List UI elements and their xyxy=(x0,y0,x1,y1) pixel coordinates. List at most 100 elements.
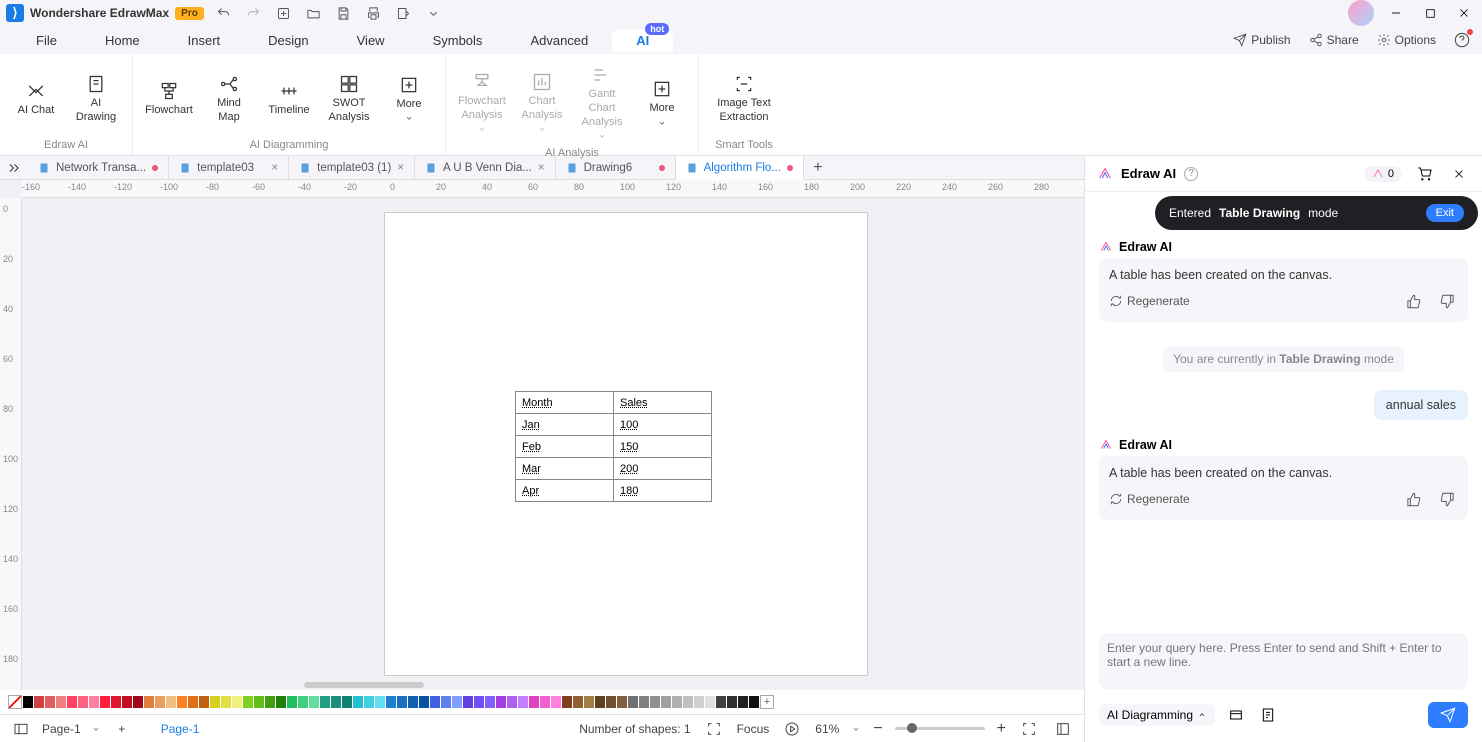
table-header-sales[interactable]: Sales xyxy=(614,392,712,414)
analysis-more-tool[interactable]: More xyxy=(636,74,688,132)
color-swatch[interactable] xyxy=(496,696,506,708)
menu-ai[interactable]: AI hot xyxy=(612,29,673,52)
focus-label[interactable]: Focus xyxy=(737,722,770,736)
color-swatch[interactable] xyxy=(738,696,748,708)
export-button[interactable] xyxy=(396,5,412,21)
color-swatch[interactable] xyxy=(518,696,528,708)
color-swatch[interactable] xyxy=(452,696,462,708)
add-color-button[interactable]: + xyxy=(760,695,774,709)
ai-chat-tool[interactable]: AI Chat xyxy=(10,76,62,122)
zoom-dropdown-icon[interactable] xyxy=(851,724,861,734)
chevron-down-icon[interactable] xyxy=(91,724,101,734)
canvas-table[interactable]: MonthSales Jan100 Feb150 Mar200 Apr180 xyxy=(515,391,712,502)
color-swatch[interactable] xyxy=(144,696,154,708)
doc-tab-1[interactable]: template03× xyxy=(169,156,289,180)
color-swatch[interactable] xyxy=(540,696,550,708)
zoom-out-button[interactable]: − xyxy=(873,720,882,738)
menu-insert[interactable]: Insert xyxy=(164,29,245,52)
color-swatch[interactable] xyxy=(331,696,341,708)
color-swatch[interactable] xyxy=(89,696,99,708)
page-select[interactable]: Page-1 xyxy=(42,722,81,736)
color-swatch[interactable] xyxy=(474,696,484,708)
color-swatch[interactable] xyxy=(177,696,187,708)
doc-tab-0[interactable]: Network Transa... xyxy=(28,156,169,180)
zoom-slider-knob[interactable] xyxy=(907,723,917,733)
color-swatch[interactable] xyxy=(705,696,715,708)
menu-home[interactable]: Home xyxy=(81,29,164,52)
minimize-button[interactable] xyxy=(1384,1,1408,25)
table-cell[interactable]: 180 xyxy=(614,480,712,502)
doc-tab-4[interactable]: Drawing6 xyxy=(556,156,676,180)
color-swatch[interactable] xyxy=(694,696,704,708)
horizontal-scrollbar[interactable] xyxy=(44,680,1084,690)
fullscreen-button[interactable] xyxy=(1052,718,1074,740)
toast-exit-button[interactable]: Exit xyxy=(1426,204,1464,222)
page-layout-button[interactable] xyxy=(10,718,32,740)
ai-panel-close-button[interactable] xyxy=(1448,163,1470,185)
regenerate-button-2[interactable]: Regenerate xyxy=(1109,492,1190,506)
ai-drawing-tool[interactable]: AI Drawing xyxy=(70,69,122,129)
table-cell[interactable]: 150 xyxy=(614,436,712,458)
flowchart-tool[interactable]: Flowchart xyxy=(143,76,195,122)
timeline-tool[interactable]: Timeline xyxy=(263,76,315,122)
thumbs-up-button-2[interactable] xyxy=(1402,488,1424,510)
page-add-button[interactable]: + xyxy=(111,718,133,740)
mindmap-tool[interactable]: Mind Map xyxy=(203,69,255,129)
color-swatch[interactable] xyxy=(45,696,55,708)
open-button[interactable] xyxy=(306,5,322,21)
table-header-month[interactable]: Month xyxy=(516,392,614,414)
redo-button[interactable] xyxy=(246,5,262,21)
table-cell[interactable]: Apr xyxy=(516,480,614,502)
table-cell[interactable]: Mar xyxy=(516,458,614,480)
publish-button[interactable]: Publish xyxy=(1233,33,1290,47)
color-swatch[interactable] xyxy=(672,696,682,708)
color-swatch[interactable] xyxy=(562,696,572,708)
color-swatch[interactable] xyxy=(23,696,33,708)
color-swatch[interactable] xyxy=(243,696,253,708)
color-swatch[interactable] xyxy=(375,696,385,708)
table-cell[interactable]: 100 xyxy=(614,414,712,436)
color-swatch[interactable] xyxy=(199,696,209,708)
color-swatch[interactable] xyxy=(276,696,286,708)
color-swatch[interactable] xyxy=(419,696,429,708)
canvas-viewport[interactable]: MonthSales Jan100 Feb150 Mar200 Apr180 xyxy=(22,198,1084,690)
color-swatch[interactable] xyxy=(639,696,649,708)
scrollbar-thumb[interactable] xyxy=(304,682,424,688)
color-swatch[interactable] xyxy=(683,696,693,708)
image-text-extraction-tool[interactable]: Image Text Extraction xyxy=(709,69,779,129)
color-swatch[interactable] xyxy=(254,696,264,708)
tab-add-button[interactable]: + xyxy=(804,159,832,177)
color-swatch[interactable] xyxy=(507,696,517,708)
menu-view[interactable]: View xyxy=(333,29,409,52)
regenerate-button-1[interactable]: Regenerate xyxy=(1109,294,1190,308)
ai-input-textarea[interactable] xyxy=(1099,633,1468,689)
color-swatch[interactable] xyxy=(34,696,44,708)
color-swatch[interactable] xyxy=(232,696,242,708)
menu-advanced[interactable]: Advanced xyxy=(506,29,612,52)
close-button[interactable] xyxy=(1452,1,1476,25)
color-swatch[interactable] xyxy=(309,696,319,708)
color-swatch[interactable] xyxy=(529,696,539,708)
table-cell[interactable]: 200 xyxy=(614,458,712,480)
tab-expand-button[interactable] xyxy=(0,161,28,175)
color-swatch[interactable] xyxy=(188,696,198,708)
table-cell[interactable]: Feb xyxy=(516,436,614,458)
color-swatch[interactable] xyxy=(111,696,121,708)
doc-tab-2[interactable]: template03 (1)× xyxy=(289,156,415,180)
color-swatch[interactable] xyxy=(353,696,363,708)
color-swatch[interactable] xyxy=(122,696,132,708)
share-button[interactable]: Share xyxy=(1309,33,1359,47)
color-swatch[interactable] xyxy=(133,696,143,708)
ai-send-button[interactable] xyxy=(1428,702,1468,728)
thumbs-up-button-1[interactable] xyxy=(1402,290,1424,312)
color-swatch[interactable] xyxy=(606,696,616,708)
swot-tool[interactable]: SWOT Analysis xyxy=(323,69,375,129)
flowchart-analysis-tool[interactable]: Flowchart Analysis xyxy=(456,67,508,139)
color-swatch[interactable] xyxy=(584,696,594,708)
menu-file[interactable]: File xyxy=(12,29,81,52)
help-button[interactable] xyxy=(1454,32,1470,48)
color-swatch[interactable] xyxy=(78,696,88,708)
color-swatch[interactable] xyxy=(166,696,176,708)
color-swatch[interactable] xyxy=(441,696,451,708)
user-avatar[interactable] xyxy=(1348,0,1374,26)
